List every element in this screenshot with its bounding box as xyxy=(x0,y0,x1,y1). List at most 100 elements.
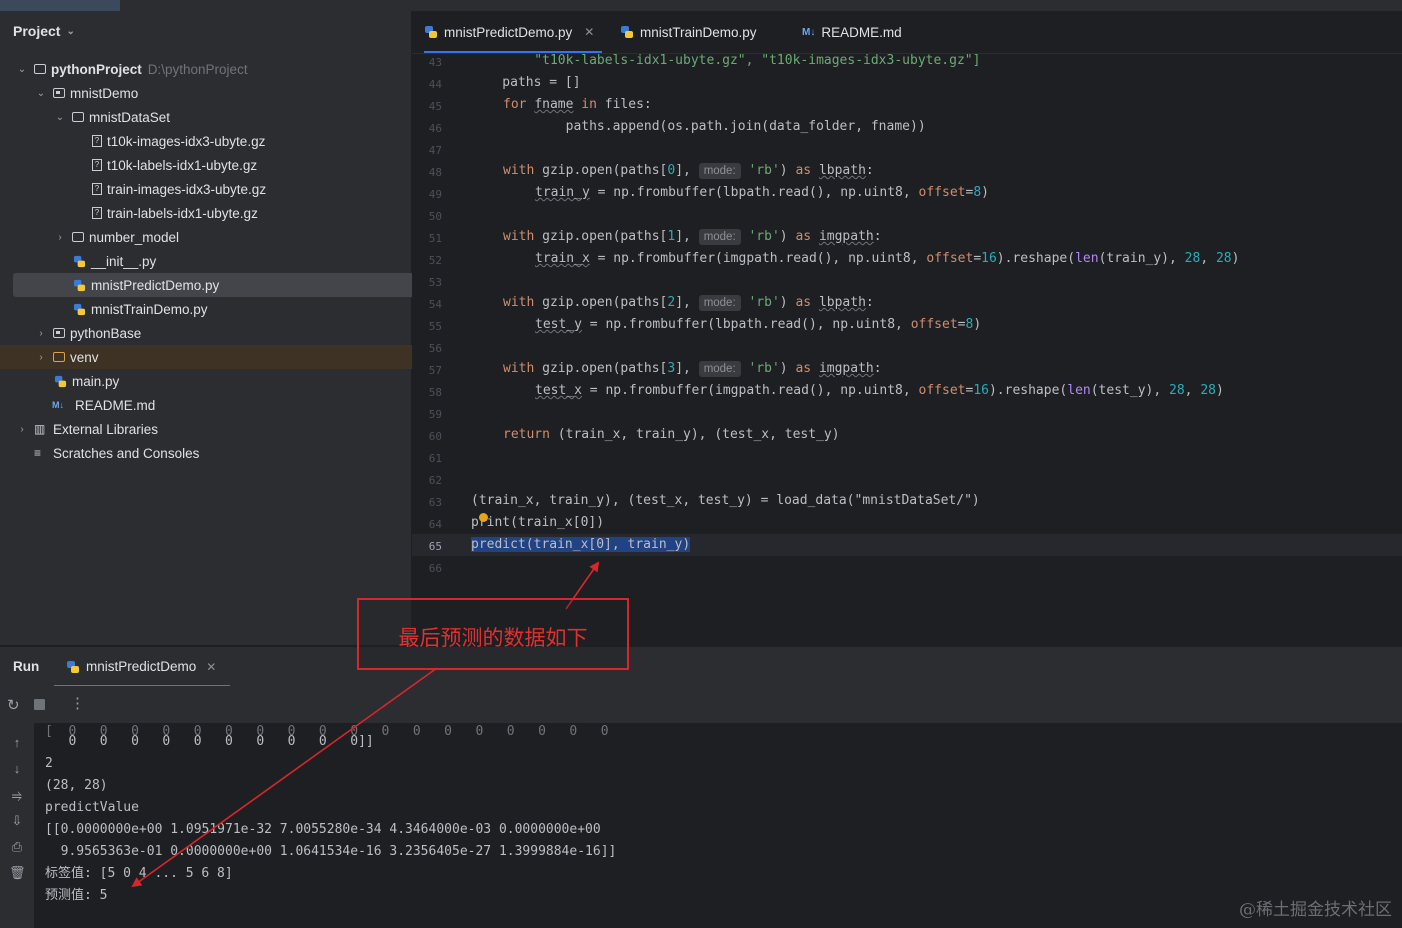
tree-item-label: venv xyxy=(70,349,99,365)
print-icon[interactable]: ⎙ xyxy=(9,839,25,855)
tab-label: mnistTrainDemo.py xyxy=(640,24,757,40)
python-file-icon xyxy=(73,303,86,315)
code-line-46: paths.append(os.path.join(data_folder, f… xyxy=(503,119,926,134)
console-line: 9.9565363e-01 0.0000000e+00 1.0641534e-1… xyxy=(45,844,617,859)
line-number: 44 xyxy=(428,78,442,91)
line-number: 46 xyxy=(428,122,442,135)
tree-item-label: train-images-idx3-ubyte.gz xyxy=(107,181,267,197)
chevron-right-icon[interactable]: › xyxy=(16,424,28,435)
chevron-down-icon[interactable]: ⌄ xyxy=(35,88,47,99)
tree-item-label: number_model xyxy=(89,229,180,245)
code-line-65: predict(train_x[0], train_y) xyxy=(471,534,691,556)
code-token: for xyxy=(503,97,527,112)
lightbulb-icon[interactable] xyxy=(479,513,488,522)
scratches-icon: ≡ xyxy=(34,446,42,460)
param-hint: mode: xyxy=(698,162,741,179)
tab-mnistpredictdemo[interactable]: mnistPredictDemo.py ✕ xyxy=(424,11,603,53)
annotation-label: 最后预测的数据如下 xyxy=(398,626,588,650)
line-number: 57 xyxy=(428,364,442,377)
arrow-down-icon[interactable]: ↓ xyxy=(9,761,25,777)
project-panel-header[interactable]: Project ⌄ xyxy=(13,23,75,39)
arrow-up-icon[interactable]: ↑ xyxy=(9,735,25,751)
chevron-right-icon[interactable]: › xyxy=(35,352,47,363)
tree-item-label: t10k-images-idx3-ubyte.gz xyxy=(107,133,266,149)
line-number: 53 xyxy=(428,276,442,289)
unknown-file-icon: ? xyxy=(92,207,102,219)
run-tab-label: mnistPredictDemo xyxy=(86,659,197,674)
tree-item-venv[interactable]: › venv xyxy=(0,345,446,369)
code-line-44: paths = [] xyxy=(471,75,581,90)
tree-item-pythonbase[interactable]: › pythonBase xyxy=(0,321,446,345)
code-token: fname xyxy=(534,97,574,112)
python-file-icon xyxy=(67,660,79,673)
line-number-current: 65 xyxy=(428,540,442,553)
editor-tab-bar: mnistPredictDemo.py ✕ mnistTrainDemo.py … xyxy=(412,11,1402,54)
close-icon[interactable]: ✕ xyxy=(584,25,594,39)
chevron-right-icon[interactable]: › xyxy=(54,232,66,243)
python-file-icon xyxy=(425,26,437,38)
stop-icon[interactable] xyxy=(34,699,45,710)
tree-item-label: main.py xyxy=(72,373,120,389)
tab-label: README.md xyxy=(821,24,902,40)
tree-item-label: mnistDataSet xyxy=(89,109,171,125)
tree-item-scratches[interactable]: ≡ Scratches and Consoles xyxy=(0,441,445,465)
tree-item-mnistpredictdemo-py[interactable]: mnistPredictDemo.py xyxy=(13,273,459,297)
line-number: 43 xyxy=(428,56,442,69)
run-side-toolbar: ↑ ↓ ⥤ ⇩ ⎙ 🗑 xyxy=(0,723,34,928)
trash-icon[interactable]: 🗑 xyxy=(9,865,26,881)
tab-readme[interactable]: M↓ README.md xyxy=(802,11,902,53)
code-line-45: for fname in files: xyxy=(503,94,652,116)
tab-label: mnistPredictDemo.py xyxy=(444,24,573,40)
chevron-right-icon[interactable]: › xyxy=(35,328,47,339)
tree-item-main-py[interactable]: main.py xyxy=(0,369,465,393)
more-options-icon[interactable]: ⋮ xyxy=(70,694,85,712)
tree-item-mnistdemo[interactable]: ⌄ mnistDemo xyxy=(0,81,446,105)
markdown-file-icon: M↓ xyxy=(802,26,816,38)
code-line-51: with gzip.open(paths[1], mode: 'rb') as … xyxy=(503,228,882,245)
console-line: (28, 28) xyxy=(45,778,108,793)
param-hint: mode: xyxy=(698,228,741,245)
close-icon[interactable]: ✕ xyxy=(206,660,216,674)
tree-item-number-model[interactable]: › number_model xyxy=(0,225,465,249)
tab-run-config[interactable]: mnistPredictDemo ✕ xyxy=(66,659,216,674)
annotation-box: 最后预测的数据如下 xyxy=(357,598,629,670)
tree-item-mnistdataset[interactable]: ⌄ mnistDataSet xyxy=(0,105,465,129)
line-number: 55 xyxy=(428,320,442,333)
code-line-64: print(train_x[0]) xyxy=(471,515,605,530)
rerun-icon[interactable]: ↻ xyxy=(7,696,20,714)
scroll-to-end-icon[interactable]: ⇩ xyxy=(9,813,25,829)
project-panel: Project ⌄ ⌄ pythonProject D:\pythonProje… xyxy=(0,11,459,645)
tree-item-label: __init__.py xyxy=(91,253,157,269)
code-line-54: with gzip.open(paths[2], mode: 'rb') as … xyxy=(503,294,874,311)
param-hint: mode: xyxy=(698,294,741,311)
chevron-down-icon[interactable]: ⌄ xyxy=(16,64,28,75)
tree-item-label: t10k-labels-idx1-ubyte.gz xyxy=(107,157,258,173)
tree-item-label: External Libraries xyxy=(53,421,159,437)
line-number: 47 xyxy=(428,144,442,157)
console-line: 2 xyxy=(45,756,53,771)
console-line: 0 0 0 0 0 0 0 0 0 0]] xyxy=(45,734,374,749)
tree-item-pythonproject[interactable]: ⌄ pythonProject D:\pythonProject xyxy=(0,57,427,81)
tree-item-label: pythonBase xyxy=(70,325,142,341)
console-line: predictValue xyxy=(45,800,139,815)
line-number: 54 xyxy=(428,298,442,311)
unknown-file-icon: ? xyxy=(92,135,102,147)
unknown-file-icon: ? xyxy=(92,159,102,171)
line-number: 49 xyxy=(428,188,442,201)
line-number: 60 xyxy=(428,430,442,443)
unknown-file-icon: ? xyxy=(92,183,102,195)
tree-item-readme-md[interactable]: M↓ README.md xyxy=(0,393,463,417)
console-output[interactable]: [ 0 0 0 0 0 0 0 0 0 0 0 0 0 0 0 0 0 0 0 … xyxy=(34,723,1402,928)
run-panel-header: Run mnistPredictDemo ✕ xyxy=(0,646,1402,687)
tab-mnisttraindemo[interactable]: mnistTrainDemo.py xyxy=(620,11,757,53)
soft-wrap-icon[interactable]: ⥤ xyxy=(9,787,25,803)
module-folder-icon xyxy=(53,328,65,338)
chevron-down-icon[interactable]: ⌄ xyxy=(54,112,66,123)
tree-item-external-libraries[interactable]: › ▥ External Libraries xyxy=(0,417,427,441)
markdown-file-icon: M↓ xyxy=(52,400,64,410)
python-file-icon xyxy=(54,375,67,387)
tree-item-label: README.md xyxy=(75,397,156,413)
code-editor[interactable]: 43 44 45 46 47 48 49 50 51 52 53 54 55 5… xyxy=(412,53,1402,622)
console-line: 标签值: [5 0 4 ... 5 6 8] xyxy=(45,866,233,881)
run-toolbar: ↻ ⋮ xyxy=(0,686,1402,723)
